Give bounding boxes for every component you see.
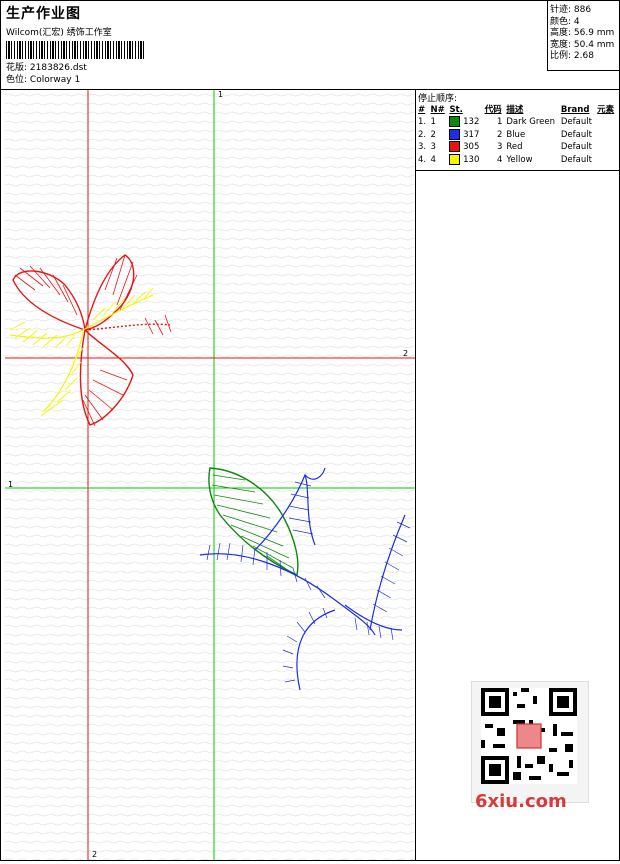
colorway-line: 色位: Colorway 1 [6,74,144,86]
header: 生产作业图 Wilcom(汇宏) 绣饰工作室 花版: 2183826.dst 色… [1,1,619,90]
col-brand: Brand [560,105,590,115]
stitch-count: 305 [463,142,480,152]
row-element [595,141,617,154]
row-desc: Red [506,142,523,152]
table-row[interactable]: 1. 1 132 1 Dark Green Default [416,116,617,129]
stitch-count: 132 [463,117,480,127]
qr-code-icon [481,688,577,784]
row-brand: Default [560,129,592,140]
row-index: 3. [418,142,427,152]
page-title: 生产作业图 [6,6,81,22]
design-svg: 1 1 2 2 [5,90,415,860]
table-row[interactable]: 4. 4 130 4 Yellow Default [416,153,617,167]
fabric-background [5,90,415,860]
row-element [595,154,617,167]
row-n: 4 [430,154,436,165]
stat-colors: 颜色: 4 [550,16,580,27]
color-swatch [449,141,461,152]
design-label: 花版: [6,63,28,73]
row-brand: Default [560,154,592,165]
table-row[interactable]: 3. 3 305 3 Red Default [416,141,617,154]
color-table-header: # N# St. 代码 描述 Brand 元素 [416,105,617,116]
design-canvas: 1 1 2 2 [5,90,416,860]
guide-label-red-v: 2 [92,850,97,859]
color-swatch [449,153,461,165]
company-name: Wilcom(汇宏) 绣饰工作室 [6,28,112,38]
row-stitches: 317 [447,128,482,142]
row-n: 2 [430,129,436,140]
stats-box: 针迹: 886 颜色: 4 高度: 56.9 mm 宽度: 50.4 mm 比例… [547,1,619,71]
sheet-frame: 生产作业图 Wilcom(汇宏) 绣饰工作室 花版: 2183826.dst 色… [0,0,620,861]
row-code: 4 [496,154,503,165]
row-stitches: 130 [447,153,482,167]
color-swatch [449,128,461,140]
row-desc: Blue [506,129,526,140]
col-element: 元素 [597,105,615,115]
table-row[interactable]: 2. 2 317 2 Blue Default [416,128,617,142]
row-element [595,116,617,129]
row-code: 2 [496,129,503,140]
stat-height: 高度: 56.9 mm [550,28,615,38]
guide-label-green-h: 1 [8,480,13,489]
row-code: 1 [496,117,503,127]
row-desc: Dark Green [506,117,555,127]
row-stitches: 132 [447,116,482,129]
col-code: 代码 [484,105,502,115]
col-stitches: St. [449,105,463,115]
colorway-label: 色位: [6,75,28,85]
qr-code[interactable] [471,681,589,803]
watermark-text: 6xiu.com [475,791,567,812]
row-desc: Yellow [506,154,533,165]
row-element [595,129,617,142]
row-code: 3 [496,142,503,152]
col-index: # [418,105,426,115]
stitch-count: 130 [463,154,480,165]
col-n: N# [430,105,445,115]
stat-width: 宽度: 50.4 mm [550,39,615,50]
stop-sequence-panel: 停止顺序: # N# St. 代码 描述 Brand 元素 1. 1 132 1… [416,90,619,171]
row-n: 3 [430,142,436,152]
color-swatch [449,116,461,127]
row-brand: Default [560,117,592,127]
guide-label-green-v: 1 [218,90,223,99]
stat-stitches: 针迹: 886 [550,5,592,15]
design-line: 花版: 2183826.dst [6,62,144,74]
row-stitches: 305 [447,141,482,154]
row-brand: Default [560,142,592,152]
guide-label-red-h: 2 [403,349,408,358]
design-value: 2183826.dst [29,63,87,73]
colorway-value: Colorway 1 [29,75,81,85]
color-table: # N# St. 代码 描述 Brand 元素 1. 1 132 1 Dark … [416,105,617,166]
col-desc: 描述 [506,105,524,115]
header-left: 生产作业图 Wilcom(汇宏) 绣饰工作室 花版: 2183826.dst 色… [6,3,144,86]
row-index: 2. [418,129,427,140]
row-n: 1 [430,117,436,127]
stat-scale: 比例: 2.68 [550,51,594,61]
row-index: 4. [418,154,427,165]
barcode [6,41,144,59]
row-index: 1. [418,117,427,127]
stitch-count: 317 [463,129,480,140]
stop-sequence-label: 停止顺序: [418,94,458,104]
